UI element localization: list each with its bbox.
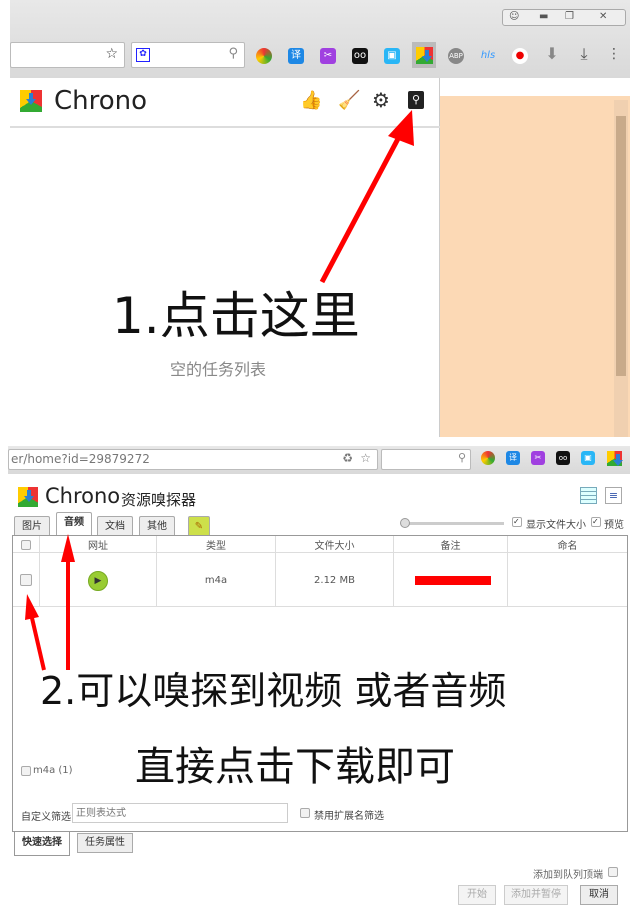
preview-checkbox[interactable]: ✓ <box>591 517 601 527</box>
add-to-top-label: 添加到队列顶端 <box>533 870 603 881</box>
star-icon[interactable]: ☆ <box>360 451 371 465</box>
redacted-note <box>415 576 491 585</box>
grid-view-icon[interactable] <box>580 487 597 504</box>
annotation-step2b: 直接点击下载即可 <box>135 744 455 790</box>
custom-filter-label: 自定义筛选 <box>21 812 71 823</box>
search-icon[interactable]: ⚲ <box>458 451 466 464</box>
m4a-filter-label: m4a (1) <box>33 765 73 776</box>
search-box-2[interactable]: ⚲ <box>381 449 471 470</box>
col-size[interactable]: 文件大小 <box>276 537 393 552</box>
address-bar-2[interactable]: er/home?id=29879272 ♻ ☆ <box>8 449 378 470</box>
disable-ext-label: 禁用扩展名筛选 <box>314 811 384 822</box>
red-arrows-2 <box>25 534 75 671</box>
disable-ext-checkbox[interactable] <box>300 808 310 818</box>
add-pause-button[interactable]: 添加并暂停 <box>504 885 568 905</box>
row-type: m4a <box>204 575 228 586</box>
col-note[interactable]: 备注 <box>394 537 507 552</box>
chrono-logo <box>18 487 38 507</box>
show-size-checkbox[interactable]: ✓ <box>512 517 522 527</box>
tab-other[interactable]: 其他 <box>139 516 175 536</box>
preview-label: 预览 <box>604 520 624 531</box>
start-button[interactable]: 开始 <box>458 885 496 905</box>
sniffer-title: Chrono <box>45 484 121 508</box>
regex-input[interactable] <box>72 803 288 823</box>
add-to-top-checkbox[interactable] <box>608 867 618 877</box>
cancel-button[interactable]: 取消 <box>580 885 618 905</box>
tab-task-props[interactable]: 任务属性 <box>77 833 133 853</box>
chrono-icon[interactable] <box>607 451 622 466</box>
sniffer-subtitle: 资源嗅探器 <box>121 491 197 509</box>
red-arrow-1 <box>319 110 414 284</box>
scissors-icon[interactable]: ✂ <box>531 451 545 465</box>
url-text: er/home?id=29879272 <box>11 452 150 466</box>
chrome-icon[interactable] <box>481 451 495 465</box>
tab-quick-select[interactable]: 快速选择 <box>14 832 70 856</box>
col-name[interactable]: 命名 <box>508 537 627 552</box>
col-type[interactable]: 类型 <box>157 537 275 552</box>
m4a-filter-checkbox[interactable] <box>21 766 31 776</box>
extension-puzzle-icon[interactable]: ♻ <box>342 451 353 465</box>
pencil-button[interactable]: ✎ <box>188 516 210 536</box>
translate-icon[interactable]: 译 <box>506 451 520 465</box>
tampermonkey-icon[interactable]: oo <box>556 451 570 465</box>
row-size: 2.12 MB <box>314 575 355 586</box>
list-view-icon[interactable]: ≡ <box>605 487 622 504</box>
zoom-slider[interactable] <box>400 518 504 528</box>
screenshot-icon[interactable]: ▣ <box>581 451 595 465</box>
show-size-label: 显示文件大小 <box>526 520 586 531</box>
